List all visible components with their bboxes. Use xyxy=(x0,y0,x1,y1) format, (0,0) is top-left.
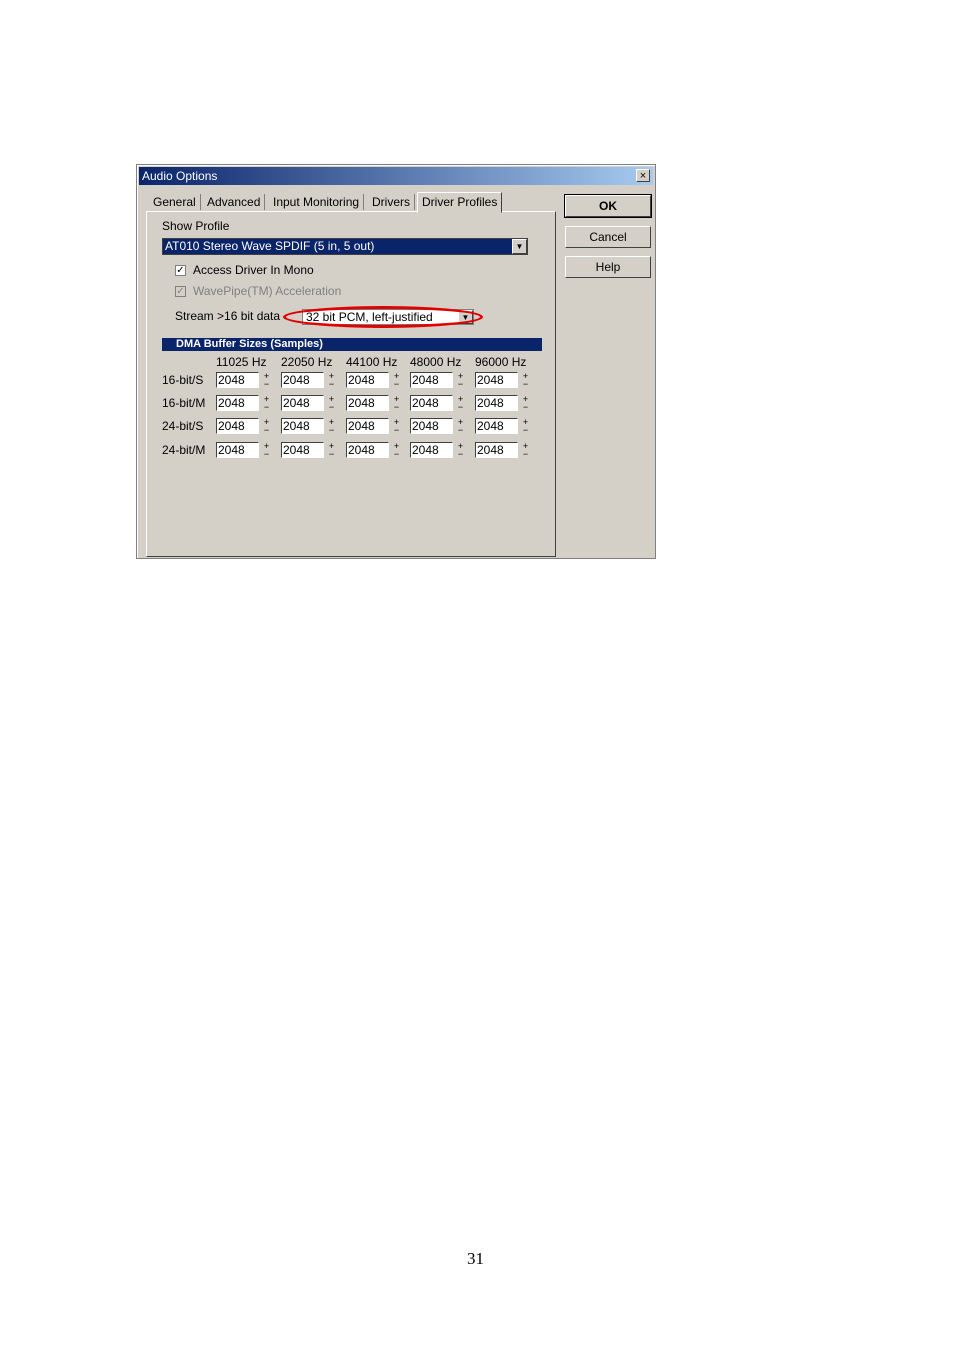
buffer-size-input[interactable]: 2048 xyxy=(346,372,389,388)
spinner-icon[interactable]: + − xyxy=(262,395,271,412)
buffer-size-input[interactable]: 2048 xyxy=(281,395,324,411)
spinner-icon[interactable]: + − xyxy=(262,442,271,459)
buffer-size-input[interactable]: 2048 xyxy=(346,418,389,434)
row-label: 24-bit/S xyxy=(162,419,204,433)
buffer-size-input[interactable]: 2048 xyxy=(346,395,389,411)
tab-input-monitoring[interactable]: Input Monitoring xyxy=(269,194,365,210)
ok-button[interactable]: OK xyxy=(564,194,652,218)
buffer-size-input[interactable]: 2048 xyxy=(475,418,518,434)
tab-advanced[interactable]: Advanced xyxy=(203,194,266,210)
spinner-icon[interactable]: + − xyxy=(392,372,401,389)
spinner-icon[interactable]: + − xyxy=(327,442,336,459)
access-mono-checkbox[interactable]: ✓ xyxy=(175,265,186,276)
buffer-size-input[interactable]: 2048 xyxy=(346,442,389,458)
spinner-icon[interactable]: + − xyxy=(262,418,271,435)
tab-drivers[interactable]: Drivers xyxy=(368,194,415,210)
tab-general[interactable]: General xyxy=(149,194,201,210)
wavepipe-checkbox[interactable]: ✓ xyxy=(175,286,186,297)
spinner-icon[interactable]: + − xyxy=(521,418,530,435)
spinner-icon[interactable]: + − xyxy=(521,442,530,459)
wavepipe-label: WavePipe(TM) Acceleration xyxy=(193,284,342,298)
col-header: 22050 Hz xyxy=(281,355,333,369)
row-label: 16-bit/S xyxy=(162,373,204,387)
spinner-icon[interactable]: + − xyxy=(521,372,530,389)
col-header: 48000 Hz xyxy=(410,355,462,369)
buffer-size-input[interactable]: 2048 xyxy=(216,418,259,434)
spinner-icon[interactable]: + − xyxy=(456,395,465,412)
page-number: 31 xyxy=(467,1249,484,1268)
spinner-icon[interactable]: + − xyxy=(327,372,336,389)
spinner-icon[interactable]: + − xyxy=(521,395,530,412)
spinner-icon[interactable]: + − xyxy=(392,442,401,459)
dma-title: DMA Buffer Sizes (Samples) xyxy=(176,338,323,350)
access-mono-label: Access Driver In Mono xyxy=(193,263,314,277)
buffer-size-input[interactable]: 2048 xyxy=(216,372,259,388)
col-header: 44100 Hz xyxy=(346,355,398,369)
stream-value: 32 bit PCM, left-justified xyxy=(306,310,433,324)
profile-value: AT010 Stereo Wave SPDIF (5 in, 5 out) xyxy=(165,239,375,253)
tab-driver-profiles[interactable]: Driver Profiles xyxy=(417,192,503,213)
buffer-size-input[interactable]: 2048 xyxy=(216,442,259,458)
row-label: 24-bit/M xyxy=(162,443,206,457)
cancel-button[interactable]: Cancel xyxy=(565,226,651,248)
buffer-size-input[interactable]: 2048 xyxy=(475,372,518,388)
buffer-size-input[interactable]: 2048 xyxy=(281,442,324,458)
row-label: 16-bit/M xyxy=(162,396,206,410)
buffer-size-input[interactable]: 2048 xyxy=(281,372,324,388)
stream-dropdown[interactable]: 32 bit PCM, left-justified ▼ xyxy=(302,309,474,325)
buffer-size-input[interactable]: 2048 xyxy=(410,418,453,434)
spinner-icon[interactable]: + − xyxy=(392,395,401,412)
buffer-size-input[interactable]: 2048 xyxy=(216,395,259,411)
stream-label: Stream >16 bit data xyxy=(175,309,281,323)
chevron-down-icon[interactable]: ▼ xyxy=(512,239,527,254)
buffer-size-input[interactable]: 2048 xyxy=(410,372,453,388)
close-icon: × xyxy=(639,170,647,182)
col-header: 11025 Hz xyxy=(216,355,267,369)
spinner-icon[interactable]: + − xyxy=(456,372,465,389)
buffer-size-input[interactable]: 2048 xyxy=(410,395,453,411)
help-button[interactable]: Help xyxy=(565,256,651,278)
profile-dropdown[interactable]: AT010 Stereo Wave SPDIF (5 in, 5 out) ▼ xyxy=(162,238,528,255)
window-title: Audio Options xyxy=(142,169,218,183)
buffer-size-input[interactable]: 2048 xyxy=(475,395,518,411)
spinner-icon[interactable]: + − xyxy=(456,442,465,459)
chevron-down-icon[interactable]: ▼ xyxy=(458,310,473,324)
buffer-size-input[interactable]: 2048 xyxy=(281,418,324,434)
dma-section-header: DMA Buffer Sizes (Samples) xyxy=(162,338,542,351)
audio-options-dialog: Audio Options × General Advanced Input M… xyxy=(136,164,656,559)
spinner-icon[interactable]: + − xyxy=(262,372,271,389)
buffer-size-input[interactable]: 2048 xyxy=(410,442,453,458)
col-header: 96000 Hz xyxy=(475,355,527,369)
show-profile-label: Show Profile xyxy=(162,219,230,233)
close-button[interactable]: × xyxy=(636,169,650,182)
spinner-icon[interactable]: + − xyxy=(392,418,401,435)
title-bar[interactable]: Audio Options × xyxy=(139,167,653,185)
buffer-size-input[interactable]: 2048 xyxy=(475,442,518,458)
spinner-icon[interactable]: + − xyxy=(456,418,465,435)
spinner-icon[interactable]: + − xyxy=(327,418,336,435)
spinner-icon[interactable]: + − xyxy=(327,395,336,412)
